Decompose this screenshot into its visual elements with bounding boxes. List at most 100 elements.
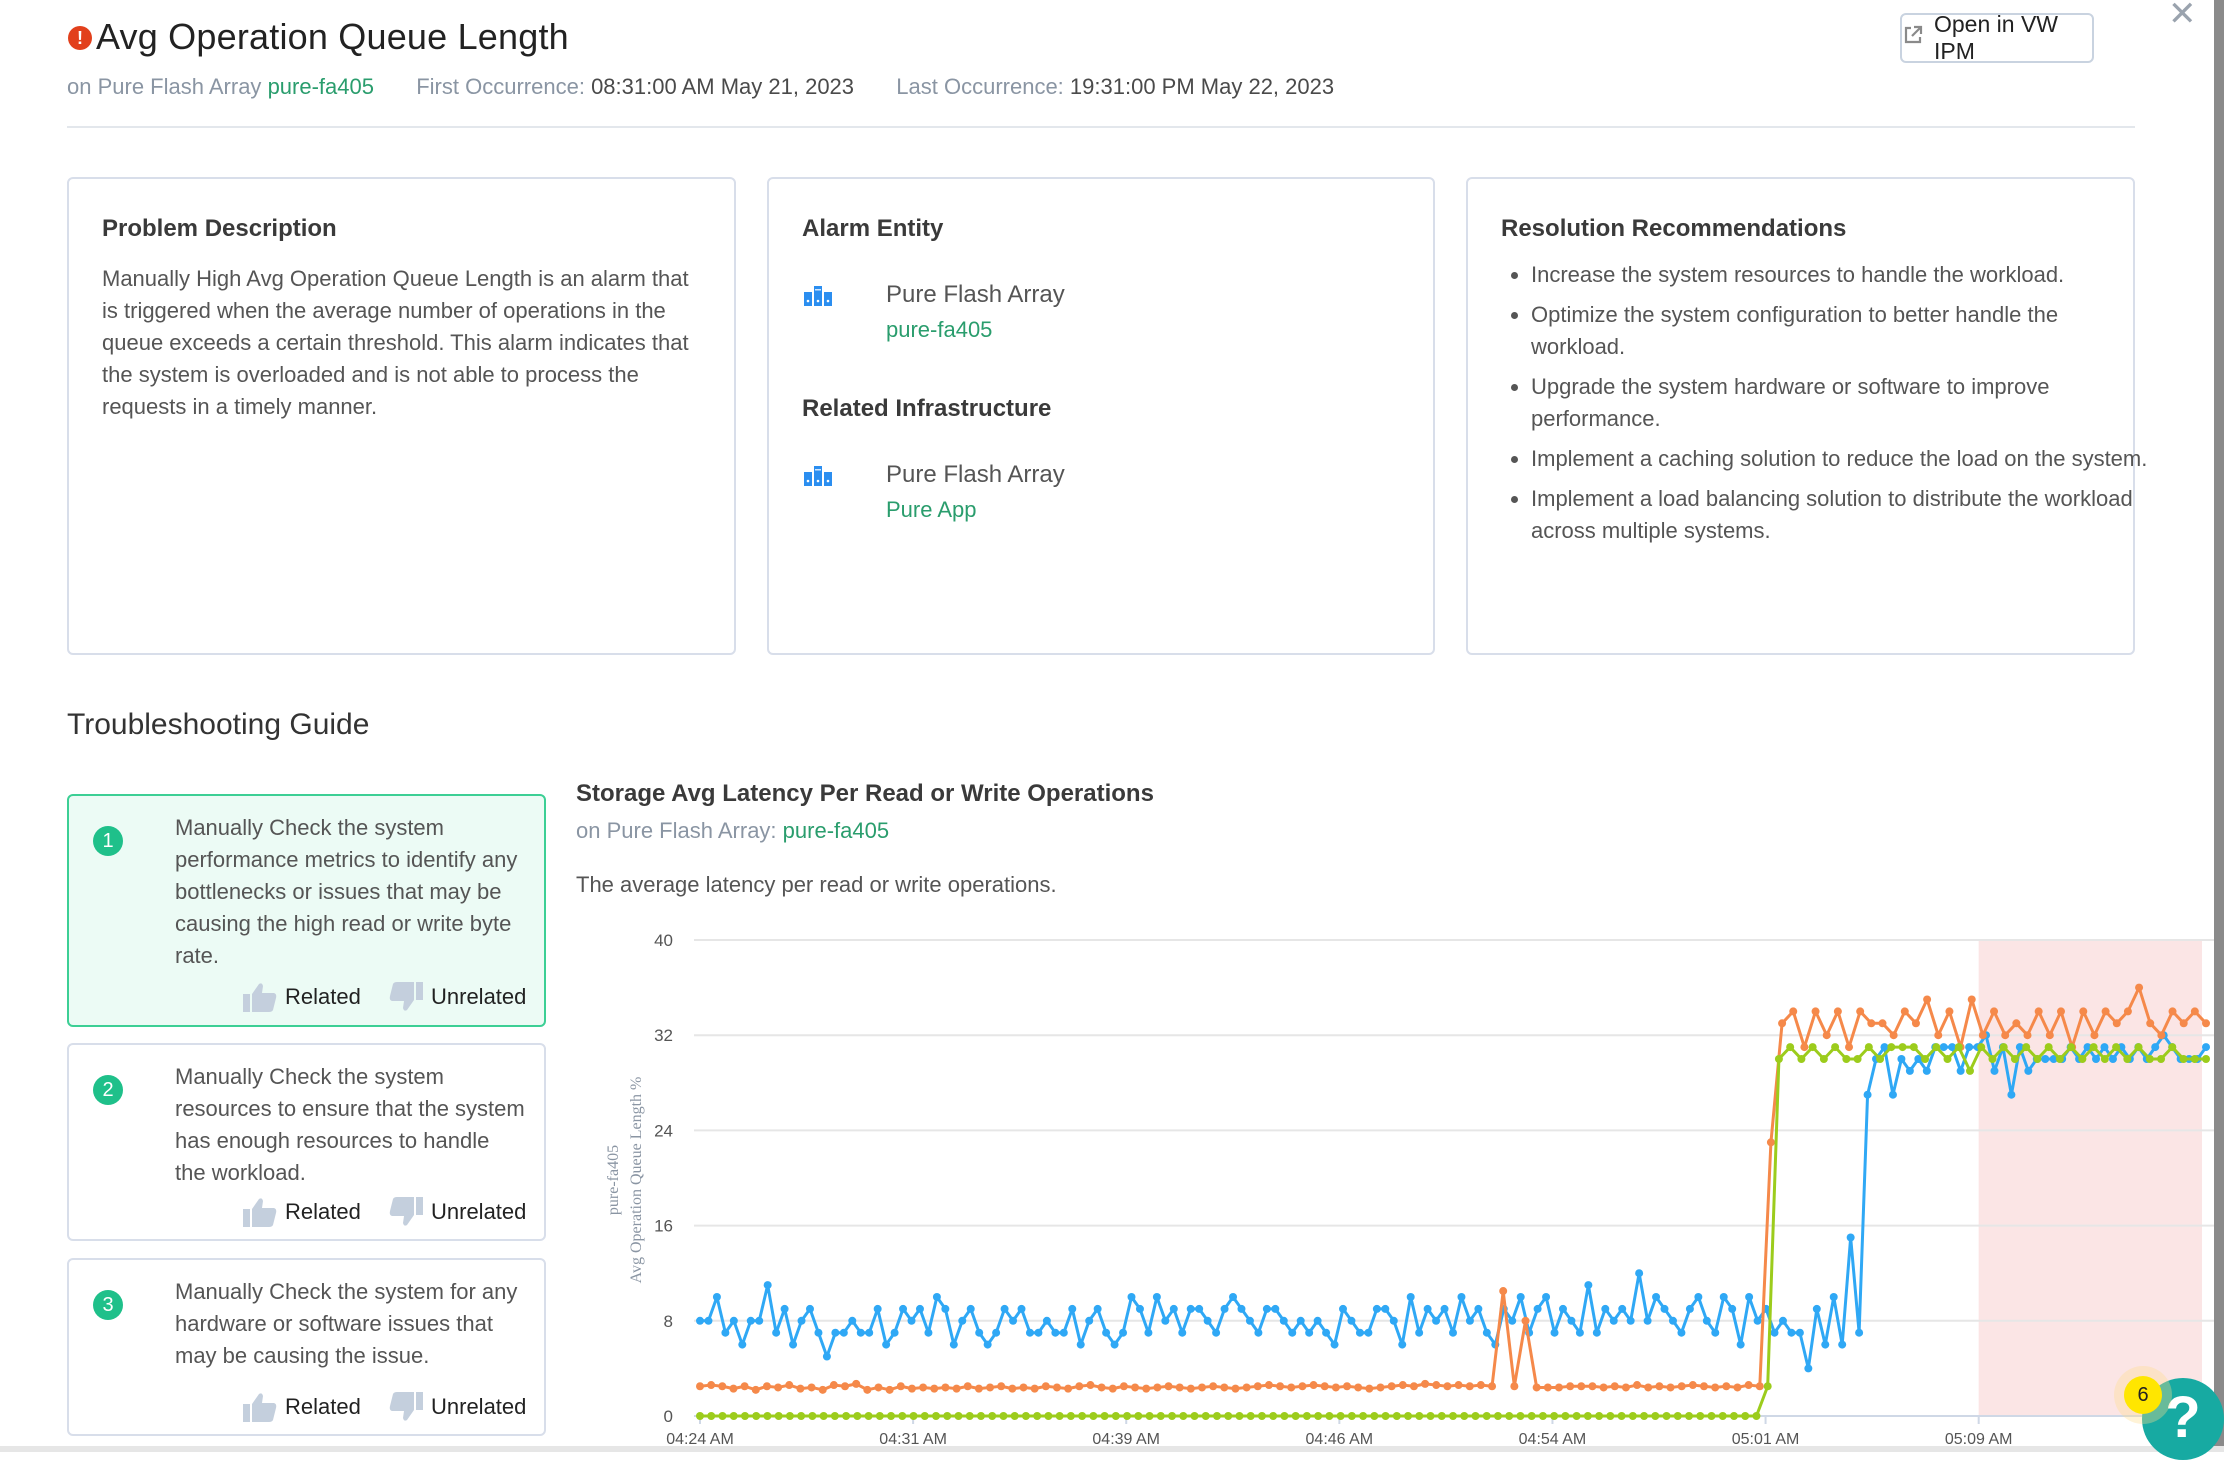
data-point-green — [1010, 1412, 1019, 1420]
data-point-blue — [1457, 1293, 1466, 1301]
data-point-blue — [2100, 1043, 2109, 1052]
data-point-blue — [1838, 1340, 1847, 1349]
data-point-orange — [718, 1382, 727, 1391]
data-point-green — [1707, 1412, 1716, 1420]
data-point-blue — [1694, 1293, 1703, 1301]
data-point-orange — [1677, 1382, 1686, 1391]
data-point-blue — [1093, 1304, 1102, 1313]
data-point-orange — [2202, 1019, 2210, 1028]
data-point-blue — [1305, 1328, 1314, 1337]
data-point-orange — [1242, 1383, 1251, 1392]
data-point-orange — [1722, 1382, 1731, 1391]
data-point-blue — [966, 1304, 975, 1313]
data-point-orange — [1532, 1383, 1541, 1392]
data-point-green — [1651, 1412, 1660, 1420]
data-point-orange — [1253, 1382, 1262, 1391]
data-point-orange — [2034, 1007, 2043, 1016]
data-point-blue — [1778, 1316, 1787, 1325]
data-point-orange — [740, 1382, 749, 1391]
data-point-green — [2067, 1043, 2076, 1052]
data-point-green — [1078, 1412, 1087, 1420]
data-point-orange — [1019, 1383, 1028, 1392]
data-point-green — [2179, 1055, 2188, 1063]
data-point-green — [1168, 1412, 1177, 1420]
data-point-orange — [774, 1383, 783, 1392]
data-point-green — [1943, 1055, 1952, 1063]
data-point-orange — [1465, 1382, 1474, 1391]
data-point-blue — [1262, 1304, 1271, 1313]
data-point-green — [1111, 1412, 1120, 1420]
data-point-blue — [1389, 1316, 1398, 1325]
data-point-green — [1100, 1412, 1109, 1420]
data-point-blue — [2092, 1055, 2101, 1063]
data-point-blue — [2202, 1043, 2210, 1052]
notification-badge[interactable]: 6 — [2124, 1376, 2162, 1414]
data-point-blue — [1372, 1304, 1381, 1313]
data-point-blue — [1542, 1293, 1551, 1301]
data-point-orange — [1086, 1381, 1095, 1390]
data-point-green — [797, 1412, 806, 1420]
data-point-orange — [2112, 1019, 2121, 1028]
data-point-green — [1516, 1412, 1525, 1420]
data-point-green — [1550, 1412, 1559, 1420]
data-point-blue — [780, 1304, 789, 1313]
data-point-green — [1033, 1412, 1042, 1420]
data-point-green — [1392, 1412, 1401, 1420]
data-point-orange — [1688, 1381, 1697, 1390]
data-point-green — [1381, 1412, 1390, 1420]
data-point-orange — [1287, 1383, 1296, 1392]
data-point-green — [774, 1412, 783, 1420]
data-point-blue — [797, 1316, 806, 1325]
data-point-orange — [1655, 1382, 1664, 1391]
data-point-orange — [1097, 1383, 1106, 1392]
data-point-orange — [1108, 1384, 1117, 1393]
data-point-green — [707, 1412, 716, 1420]
data-point-orange — [952, 1384, 961, 1393]
data-point-orange — [1476, 1381, 1485, 1390]
data-point-green — [1415, 1412, 1424, 1420]
data-point-green — [2168, 1043, 2177, 1052]
data-point-orange — [963, 1382, 972, 1391]
data-point-green — [943, 1412, 952, 1420]
data-point-green — [1224, 1412, 1233, 1420]
data-point-blue — [1152, 1293, 1161, 1301]
data-point-green — [1808, 1043, 1817, 1052]
data-point-blue — [1440, 1304, 1449, 1313]
data-point-orange — [1711, 1383, 1720, 1392]
data-point-green — [1370, 1412, 1379, 1420]
data-point-green — [1471, 1412, 1480, 1420]
data-point-orange — [1231, 1384, 1240, 1393]
data-point-blue — [2024, 1066, 2033, 1075]
data-point-orange — [2157, 1031, 2166, 1040]
data-point-green — [1212, 1412, 1221, 1420]
data-point-orange — [785, 1381, 794, 1390]
data-point-orange — [1755, 1382, 1764, 1391]
data-point-green — [1246, 1412, 1255, 1420]
data-point-orange — [2056, 1007, 2065, 1016]
data-point-green — [1404, 1412, 1413, 1420]
scrollbar[interactable] — [2214, 0, 2224, 1452]
data-point-orange — [1610, 1382, 1619, 1391]
data-point-blue — [1110, 1340, 1119, 1349]
data-point-orange — [974, 1384, 983, 1393]
data-point-orange — [2090, 1031, 2099, 1040]
data-point-blue — [1711, 1328, 1720, 1337]
data-point-blue — [1787, 1328, 1796, 1337]
data-point-blue — [1186, 1304, 1195, 1313]
data-point-blue — [1169, 1304, 1178, 1313]
data-point-green — [1089, 1412, 1098, 1420]
data-point-green — [2044, 1043, 2053, 1052]
latency-chart: 0816243240 04:24 AM 04:31 AM 04:39 AM 04:46… — [605, 931, 2214, 1448]
data-point-orange — [1499, 1287, 1508, 1296]
data-point-green — [1460, 1412, 1469, 1420]
data-point-blue — [1584, 1281, 1593, 1290]
bottom-bar — [0, 1446, 2224, 1452]
data-point-blue — [1855, 1328, 1864, 1337]
data-point-blue — [1398, 1340, 1407, 1349]
data-point-orange — [2146, 1019, 2155, 1028]
data-point-blue — [1770, 1328, 1779, 1337]
data-point-orange — [1800, 1043, 1809, 1052]
data-point-green — [2202, 1055, 2210, 1063]
y-tick-label: 0 — [664, 1407, 673, 1426]
data-point-blue — [1059, 1328, 1068, 1337]
